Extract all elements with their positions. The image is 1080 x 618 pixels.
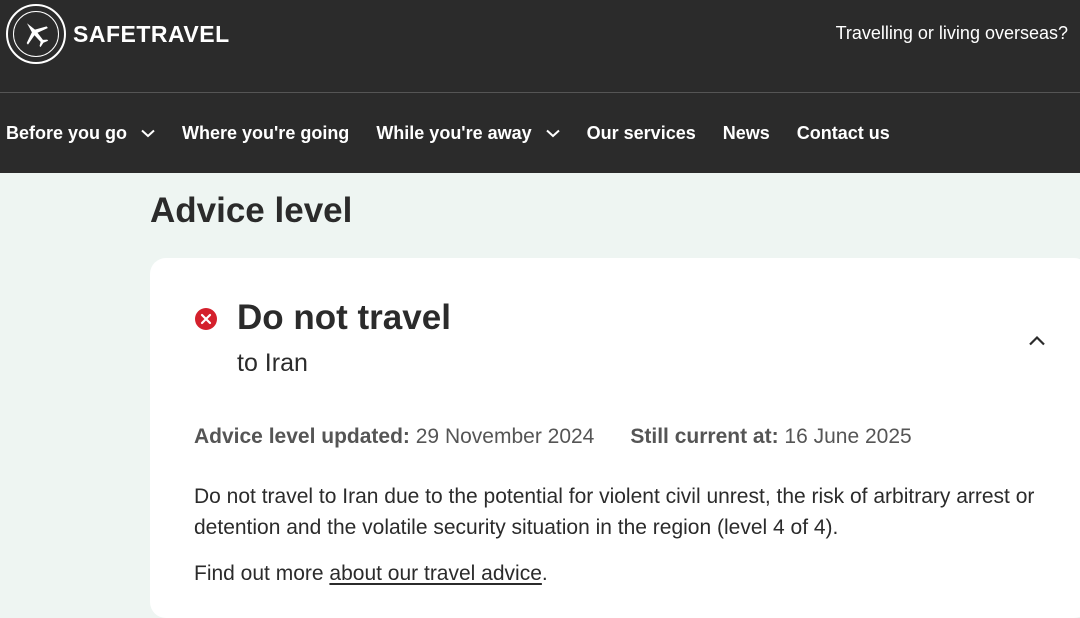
airplane-logo-icon	[6, 4, 66, 64]
site-header: SAFETRAVEL Travelling or living overseas…	[0, 0, 1080, 173]
nav-item-label: Before you go	[6, 122, 128, 143]
updated-date: Advice level updated: 29 November 2024	[194, 425, 595, 448]
nav-item-label: While you're away	[376, 122, 532, 143]
advice-card: Do not travel to Iran Advice level updat…	[150, 258, 1080, 618]
close-circle-icon	[195, 308, 217, 330]
advice-description: Do not travel to Iran due to the potenti…	[194, 485, 1035, 539]
top-bar: SAFETRAVEL Travelling or living overseas…	[0, 0, 1080, 93]
advice-meta: Advice level updated: 29 November 2024 S…	[194, 425, 912, 449]
travel-advice-link[interactable]: about our travel advice	[329, 562, 541, 585]
nav-item-label: Where you're going	[182, 122, 350, 143]
nav-item-news[interactable]: News	[723, 123, 770, 144]
nav-item-label: Our services	[586, 122, 696, 143]
site-logo[interactable]: SAFETRAVEL	[6, 4, 230, 64]
chevron-down-icon	[141, 129, 155, 138]
logo-text: SAFETRAVEL	[73, 20, 230, 47]
nav-item-label: Contact us	[796, 122, 890, 143]
advice-subheading: to Iran	[237, 349, 308, 377]
nav-item-contact-us[interactable]: Contact us	[797, 123, 890, 144]
nav-item-before-you-go[interactable]: Before you go	[6, 123, 155, 144]
page-title: Advice level	[150, 191, 353, 230]
nav-item-while-youre-away[interactable]: While you're away	[376, 122, 560, 144]
overseas-link[interactable]: Travelling or living overseas?	[836, 23, 1068, 44]
find-out-more: Find out more about our travel advice.	[194, 562, 548, 585]
collapse-button[interactable]	[1024, 331, 1050, 353]
nav-item-our-services[interactable]: Our services	[587, 123, 696, 144]
current-date: Still current at: 16 June 2025	[630, 425, 912, 448]
advice-heading: Do not travel	[237, 298, 451, 337]
main-nav: Before you go Where you're going While y…	[6, 93, 917, 173]
nav-item-where-youre-going[interactable]: Where you're going	[182, 123, 349, 144]
chevron-up-icon	[1028, 333, 1046, 351]
nav-item-label: News	[722, 122, 770, 143]
chevron-down-icon	[545, 129, 560, 138]
